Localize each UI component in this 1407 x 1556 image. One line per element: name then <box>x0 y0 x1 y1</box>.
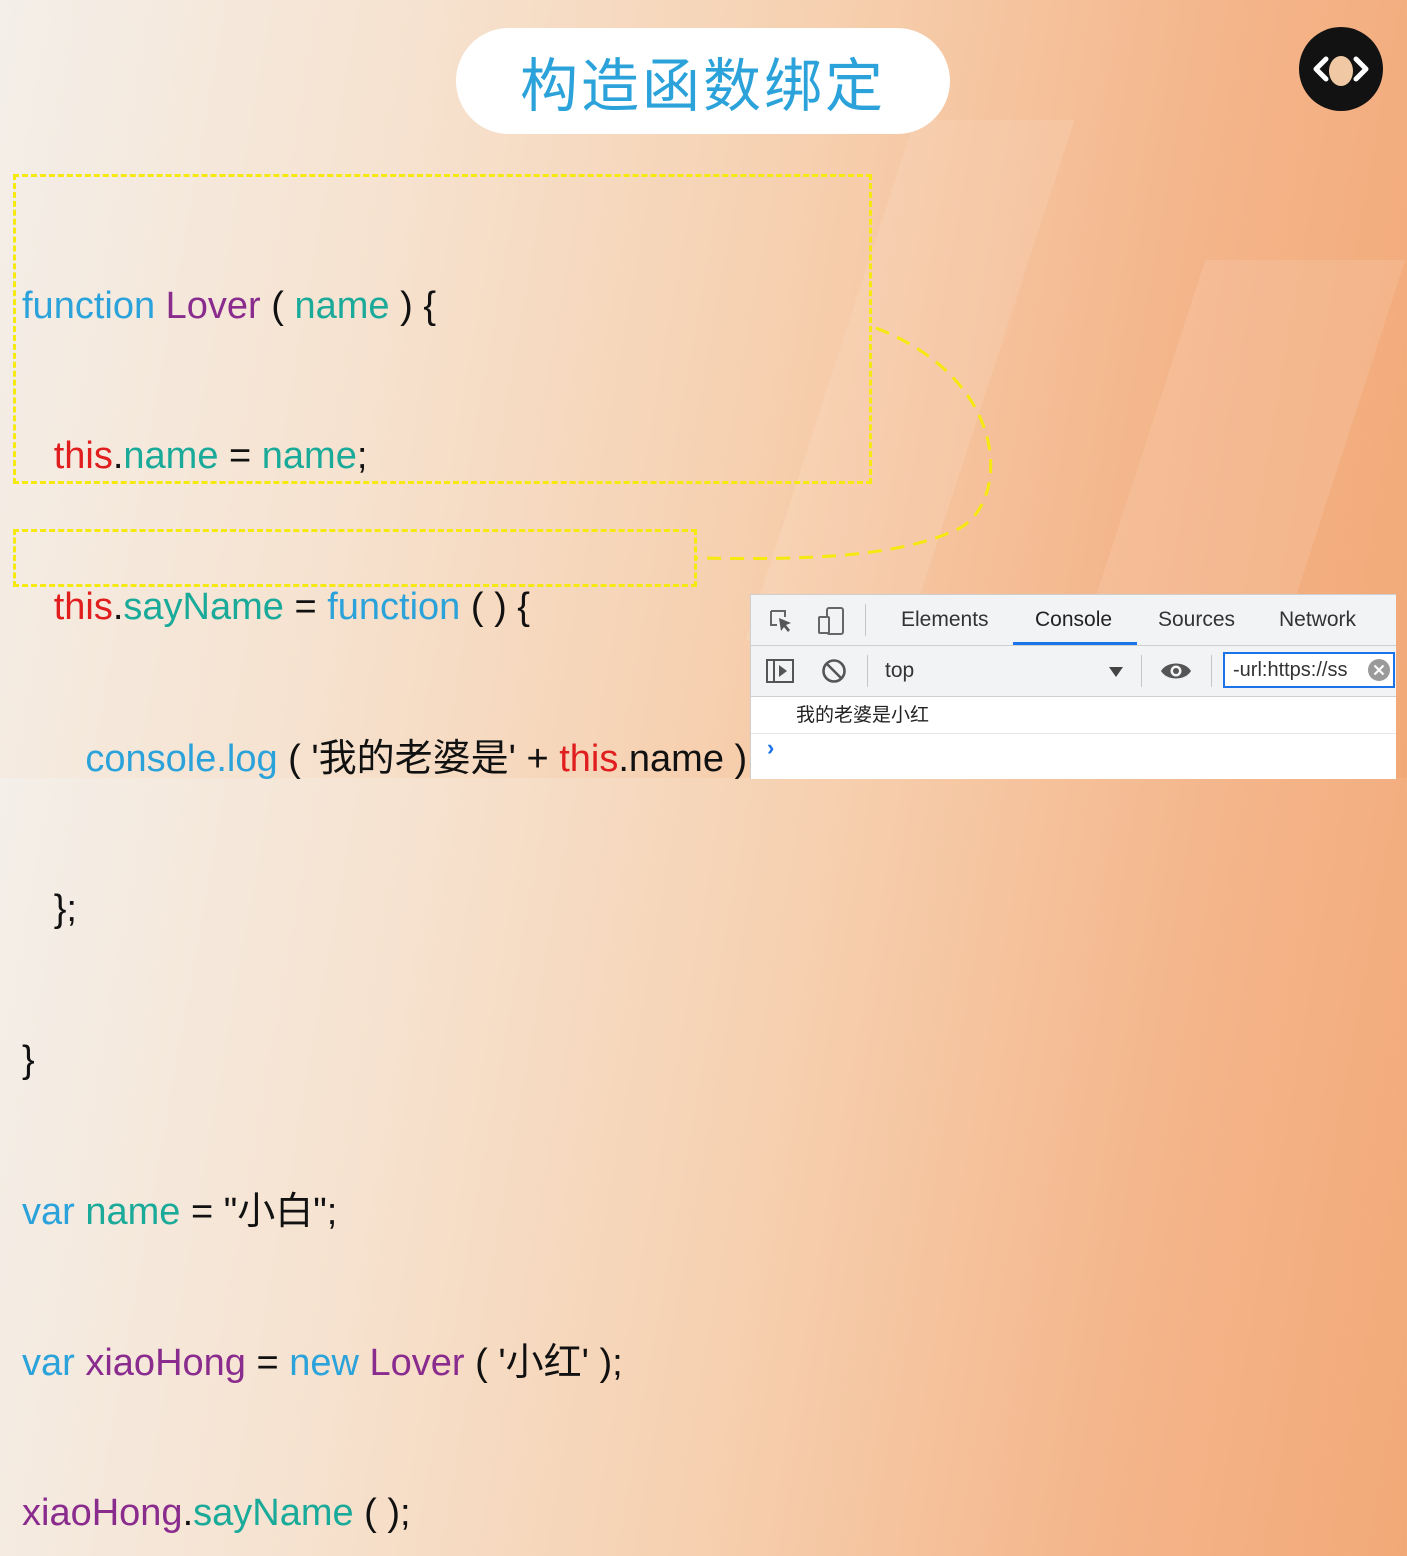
code-token: 小白 <box>237 1188 314 1233</box>
clear-console-icon[interactable] <box>820 657 848 690</box>
code-line: }; <box>22 884 758 934</box>
toolbar-divider <box>1211 655 1212 687</box>
code-token: = " <box>180 1190 238 1233</box>
code-line: this.sayName = function ( ) { <box>22 582 758 632</box>
code-token: ' + <box>508 738 560 781</box>
device-toggle-icon[interactable] <box>815 605 847 642</box>
tab-console[interactable]: Console <box>1035 595 1112 645</box>
code-token: name <box>123 435 219 478</box>
code-token: 我的老婆是 <box>318 736 509 781</box>
console-log-message: 我的老婆是小红 <box>796 704 930 726</box>
code-token: 小红 <box>505 1339 582 1384</box>
toolbar-divider <box>865 604 866 636</box>
code-token: this <box>53 435 113 478</box>
code-token: ( ' <box>464 1341 506 1384</box>
context-selector[interactable]: top <box>885 646 914 696</box>
code-token: sayName <box>193 1491 354 1534</box>
code-line: var name = "小白"; <box>22 1186 758 1236</box>
sidebar-toggle-icon[interactable] <box>765 657 795 690</box>
code-token: var <box>22 1190 75 1233</box>
active-tab-indicator <box>1013 642 1137 645</box>
code-token: . <box>112 435 124 478</box>
code-token: function <box>22 284 156 327</box>
code-token: ( <box>260 284 295 327</box>
code-line: function Lover ( name ) { <box>22 281 758 331</box>
code-token: this <box>53 586 113 629</box>
code-token: var <box>22 1341 75 1384</box>
code-token: ( ) { <box>460 586 530 629</box>
console-log-line: 我的老婆是小红 <box>751 697 1396 734</box>
code-token: name <box>85 1190 181 1233</box>
console-toolbar: top -url:https://ss <box>751 646 1396 697</box>
code-block: function Lover ( name ) { this.name = na… <box>22 180 758 1556</box>
code-line: xiaoHong.sayName ( ); <box>22 1488 758 1538</box>
code-token: ; <box>356 435 368 478</box>
code-line: } <box>22 1035 758 1085</box>
code-token: ) { <box>389 284 437 327</box>
code-line: var xiaoHong = new Lover ( '小红' ); <box>22 1337 758 1387</box>
code-token: }; <box>53 888 77 931</box>
code-token: ' ); <box>581 1341 623 1384</box>
clear-filter-icon[interactable] <box>1367 658 1391 687</box>
code-token: = <box>245 1341 290 1384</box>
code-token: Lover <box>369 1341 465 1384</box>
tab-elements[interactable]: Elements <box>901 595 989 645</box>
code-token: . <box>182 1491 194 1534</box>
code-token: } <box>22 1039 35 1082</box>
code-token: console.log <box>85 738 278 781</box>
code-token: new <box>289 1341 359 1384</box>
tab-network[interactable]: Network <box>1279 595 1356 645</box>
code-token: ( ); <box>353 1491 411 1534</box>
code-token: xiaoHong <box>85 1341 246 1384</box>
console-prompt-icon[interactable]: › <box>767 735 774 761</box>
toolbar-divider <box>867 655 868 687</box>
code-token: "; <box>313 1190 338 1233</box>
code-token: Lover <box>165 284 261 327</box>
code-token: ( ' <box>277 738 319 781</box>
code-token: name <box>294 284 390 327</box>
dropdown-arrow-icon[interactable] <box>1108 665 1124 683</box>
code-token: xiaoHong <box>22 1491 183 1534</box>
code-token: function <box>327 586 461 629</box>
code-token: = <box>283 586 328 629</box>
code-line: this.name = name; <box>22 431 758 481</box>
code-token: name <box>261 435 357 478</box>
code-token: . <box>112 586 124 629</box>
code-token: = <box>218 435 262 478</box>
eye-icon[interactable] <box>1159 659 1193 688</box>
toolbar-divider <box>1141 655 1142 687</box>
tab-sources[interactable]: Sources <box>1158 595 1235 645</box>
inspect-element-icon[interactable] <box>767 607 795 640</box>
devtools-panel: Elements Console Sources Network top -ur… <box>750 594 1396 779</box>
code-token: .name ); <box>618 738 758 781</box>
code-line: console.log ( '我的老婆是' + this.name ); <box>22 733 758 783</box>
code-token: this <box>559 738 619 781</box>
devtools-tab-bar: Elements Console Sources Network <box>751 595 1396 646</box>
code-token: sayName <box>123 586 284 629</box>
filter-input-value: -url:https://ss <box>1233 659 1348 681</box>
